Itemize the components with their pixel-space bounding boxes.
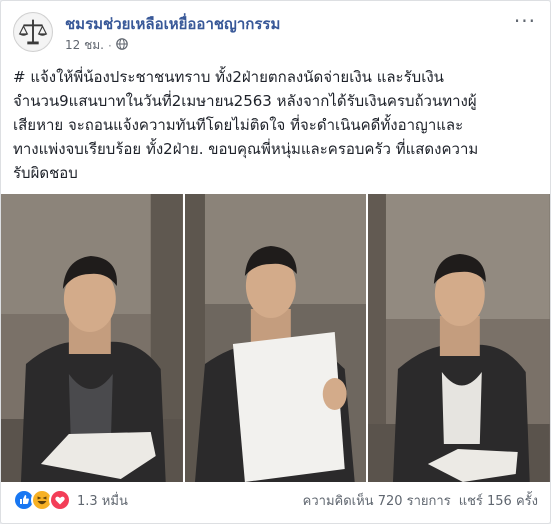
reactions-summary[interactable]: 1.3 หมื่น [13, 489, 128, 511]
post-meta: 12 ชม. · [65, 36, 128, 55]
page-name[interactable]: ชมรมช่วยเหลือเหยื่ออาชญากรรม [65, 12, 280, 36]
post-card: ชมรมช่วยเหลือเหยื่ออาชญากรรม 12 ชม. · ··… [0, 0, 551, 524]
post-photo-2[interactable] [184, 194, 367, 482]
comments-count[interactable]: ความคิดเห็น 720 รายการ [303, 490, 451, 511]
globe-icon[interactable] [115, 38, 128, 53]
more-options-icon[interactable]: ··· [514, 9, 536, 33]
post-text-line: จำนวน9แสนบาทในวันที่2เมษายน2563 หลังจากไ… [13, 92, 477, 110]
post-photo-1[interactable] [1, 194, 183, 482]
meta-separator: · [107, 38, 112, 53]
page-avatar[interactable] [13, 12, 53, 52]
post-footer: 1.3 หมื่น ความคิดเห็น 720 รายการ แชร์ 15… [13, 488, 538, 512]
post-text: # แจ้งให้พี่น้องประชาชนทราบ ทั้ง2ฝ่ายตกล… [13, 65, 541, 185]
post-stats: ความคิดเห็น 720 รายการ แชร์ 156 ครั้ง [303, 490, 538, 511]
post-text-line: เสียหาย จะถอนแจ้งความทันทีโดยไม่ติดใจ ที… [13, 116, 464, 134]
post-photo-3[interactable] [368, 194, 551, 482]
post-time[interactable]: 12 ชม. [65, 36, 104, 55]
photo-grid [1, 194, 551, 482]
reactions-count[interactable]: 1.3 หมื่น [77, 490, 128, 511]
post-text-line: # แจ้งให้พี่น้องประชาชนทราบ ทั้ง2ฝ่ายตกล… [13, 68, 444, 86]
shares-count[interactable]: แชร์ 156 ครั้ง [459, 490, 538, 511]
love-icon [49, 489, 71, 511]
post-text-line: ทางแพ่งจบเรียบร้อย ทั้ง2ฝ่าย. ขอบคุณพี่ห… [13, 140, 479, 158]
post-text-line: รับผิดชอบ [13, 164, 78, 182]
